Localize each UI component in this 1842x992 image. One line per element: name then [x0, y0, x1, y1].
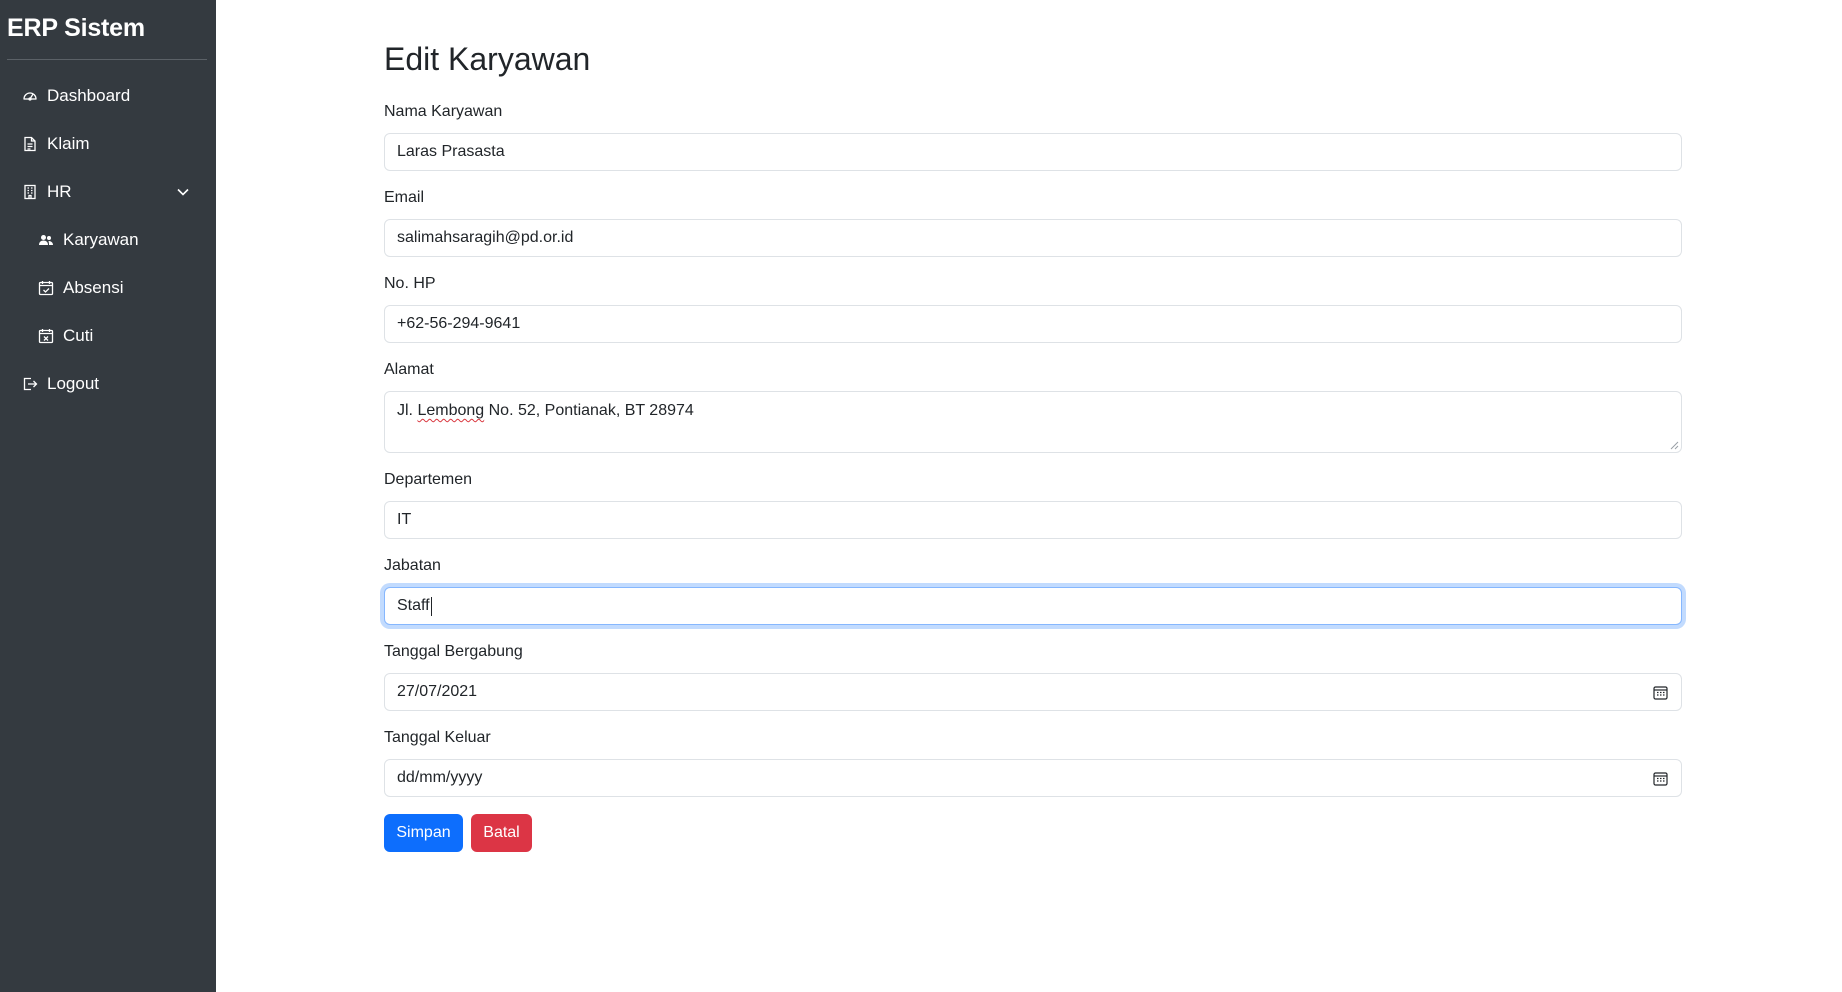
calendar-x-icon: [38, 328, 54, 344]
sidebar-item-label: Klaim: [47, 134, 90, 153]
tanggal-keluar-input[interactable]: dd/mm/yyyy: [384, 759, 1682, 797]
nama-karyawan-value: Laras Prasasta: [397, 143, 505, 160]
sidebar-item-label: Karyawan: [63, 230, 139, 249]
calendar-icon[interactable]: [1653, 685, 1668, 700]
jabatan-input[interactable]: Staff: [384, 587, 1682, 625]
resize-handle-icon[interactable]: [1670, 441, 1679, 450]
sidebar-item-dashboard[interactable]: Dashboard: [0, 76, 216, 116]
simpan-button[interactable]: Simpan: [384, 814, 463, 852]
jabatan-value: Staff: [397, 597, 430, 614]
tanggal-bergabung-value: 27/07/2021: [397, 683, 478, 700]
tanggal-keluar-placeholder: dd/mm/yyyy: [397, 769, 483, 786]
text-cursor: [430, 596, 432, 616]
sidebar-item-absensi[interactable]: Absensi: [0, 268, 216, 308]
chevron-down-icon[interactable]: [176, 185, 190, 199]
no-hp-value: +62-56-294-9641: [397, 315, 521, 332]
tanggal-bergabung-input[interactable]: 27/07/2021: [384, 673, 1682, 711]
field-label-email: Email: [384, 189, 425, 206]
no-hp-input[interactable]: +62-56-294-9641: [384, 305, 1682, 343]
calendar-icon[interactable]: [1653, 771, 1668, 786]
page-title: Edit Karyawan: [384, 41, 591, 77]
sidebar-item-karyawan[interactable]: Karyawan: [0, 220, 216, 260]
logout-icon: [22, 376, 38, 392]
sidebar-item-cuti[interactable]: Cuti: [0, 316, 216, 356]
batal-button[interactable]: Batal: [471, 814, 532, 852]
field-label-jabatan: Jabatan: [384, 557, 441, 574]
field-label-tanggal-keluar: Tanggal Keluar: [384, 729, 491, 746]
document-icon: [22, 136, 38, 152]
nama-karyawan-input[interactable]: Laras Prasasta: [384, 133, 1682, 171]
calendar-check-icon: [38, 280, 54, 296]
sidebar-item-klaim[interactable]: Klaim: [0, 124, 216, 164]
brand-title[interactable]: ERP Sistem: [7, 14, 145, 43]
email-input[interactable]: salimahsaragih@pd.or.id: [384, 219, 1682, 257]
sidebar-item-label: Cuti: [63, 326, 94, 345]
alamat-value: Jl. Lembong No. 52, Pontianak, BT 28974: [397, 402, 694, 419]
field-label-alamat: Alamat: [384, 361, 434, 378]
departemen-value: IT: [397, 511, 412, 528]
sidebar-item-label: Logout: [47, 374, 99, 393]
sidebar-item-label: HR: [47, 182, 72, 201]
field-label-tanggal-bergabung: Tanggal Bergabung: [384, 643, 523, 660]
field-label-departemen: Departemen: [384, 471, 473, 488]
building-icon: [22, 184, 38, 200]
sidebar: ERP Sistem Dashboard Klaim HR Karyawan A…: [0, 0, 216, 992]
field-label-nama: Nama Karyawan: [384, 103, 503, 120]
sidebar-item-logout[interactable]: Logout: [0, 364, 216, 404]
sidebar-item-hr[interactable]: HR: [0, 172, 216, 212]
people-icon: [38, 232, 54, 248]
field-label-no-hp: No. HP: [384, 275, 436, 292]
sidebar-item-label: Absensi: [63, 278, 124, 297]
speedometer-icon: [22, 88, 38, 104]
alamat-textarea[interactable]: Jl. Lembong No. 52, Pontianak, BT 28974: [384, 391, 1682, 453]
email-value: salimahsaragih@pd.or.id: [397, 229, 574, 246]
departemen-input[interactable]: IT: [384, 501, 1682, 539]
sidebar-divider: [7, 59, 207, 60]
sidebar-item-label: Dashboard: [47, 86, 131, 105]
